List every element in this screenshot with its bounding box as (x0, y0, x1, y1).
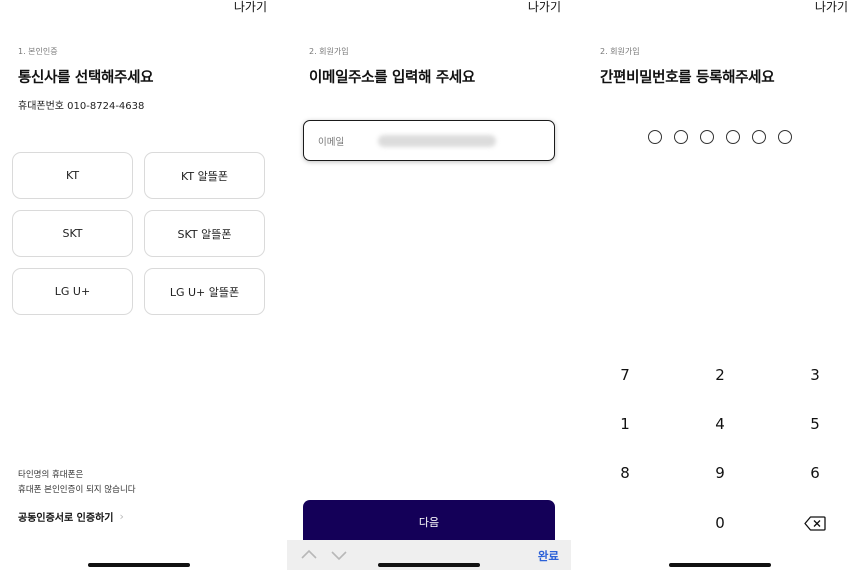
pin-dot (778, 130, 792, 144)
next-button[interactable]: 다음 (303, 500, 555, 544)
keypad-key[interactable]: 4 (700, 410, 740, 438)
pin-dot (648, 130, 662, 144)
page-title: 간편비밀번호를 등록해주세요 (600, 70, 775, 86)
keypad-key[interactable]: 2 (700, 361, 740, 389)
certificate-auth-link[interactable]: 공동인증서로 인증하기 › (18, 509, 124, 524)
backspace-button[interactable] (795, 509, 835, 537)
keypad-key[interactable]: 1 (605, 410, 645, 438)
carrier-selection-screen: 나가기 1. 본인인증 통신사를 선택해주세요 휴대폰번호 010-8724-4… (0, 0, 277, 585)
carrier-button-lgu[interactable]: LG U+ (12, 268, 133, 315)
carrier-button-skt[interactable]: SKT (12, 210, 133, 257)
keypad-key[interactable]: 6 (795, 459, 835, 487)
chevron-down-icon[interactable] (329, 545, 349, 565)
notice-text: 타인명의 휴대폰은 휴대폰 본인인증이 되지 않습니다 (18, 468, 136, 498)
pin-dot (674, 130, 688, 144)
step-label: 2. 회원가입 (309, 47, 349, 56)
chevron-up-icon[interactable] (299, 545, 319, 565)
keypad-key[interactable]: 9 (700, 459, 740, 487)
pin-dot (752, 130, 766, 144)
pin-indicator (648, 130, 792, 144)
email-label: 이메일 (318, 136, 345, 148)
carrier-button-lgu-mvno[interactable]: LG U+ 알뜰폰 (144, 268, 265, 315)
chevron-right-icon: › (119, 510, 124, 523)
done-button[interactable]: 완료 (538, 548, 559, 564)
keypad-key[interactable]: 3 (795, 361, 835, 389)
step-label: 1. 본인인증 (18, 47, 58, 56)
keypad-key[interactable]: 7 (605, 361, 645, 389)
pin-dot (700, 130, 714, 144)
notice-line: 타인명의 휴대폰은 (18, 470, 84, 480)
carrier-button-skt-mvno[interactable]: SKT 알뜰폰 (144, 210, 265, 257)
pin-setup-screen: 나가기 2. 회원가입 간편비밀번호를 등록해주세요 7 2 3 1 4 5 8… (577, 0, 858, 585)
home-indicator (378, 563, 480, 567)
email-value-blurred (378, 134, 496, 147)
pin-dot (726, 130, 740, 144)
home-indicator (88, 563, 190, 567)
carrier-button-kt-mvno[interactable]: KT 알뜰폰 (144, 152, 265, 199)
email-entry-screen: 나가기 2. 회원가입 이메일주소를 입력해 주세요 이메일 다음 완료 (287, 0, 571, 585)
email-input[interactable]: 이메일 (303, 120, 555, 161)
exit-button[interactable]: 나가기 (528, 0, 561, 14)
backspace-icon (804, 515, 826, 531)
certificate-auth-label: 공동인증서로 인증하기 (18, 513, 114, 524)
home-indicator (669, 563, 771, 567)
page-title: 이메일주소를 입력해 주세요 (309, 70, 475, 86)
carrier-button-kt[interactable]: KT (12, 152, 133, 199)
exit-button[interactable]: 나가기 (815, 0, 848, 14)
step-label: 2. 회원가입 (600, 47, 640, 56)
keypad-key[interactable]: 8 (605, 459, 645, 487)
page-title: 통신사를 선택해주세요 (18, 70, 154, 86)
keypad-key[interactable]: 0 (700, 509, 740, 537)
exit-button[interactable]: 나가기 (234, 0, 267, 14)
keypad-key[interactable]: 5 (795, 410, 835, 438)
phone-number-text: 휴대폰번호 010-8724-4638 (18, 101, 145, 112)
notice-line: 휴대폰 본인인증이 되지 않습니다 (18, 485, 136, 495)
